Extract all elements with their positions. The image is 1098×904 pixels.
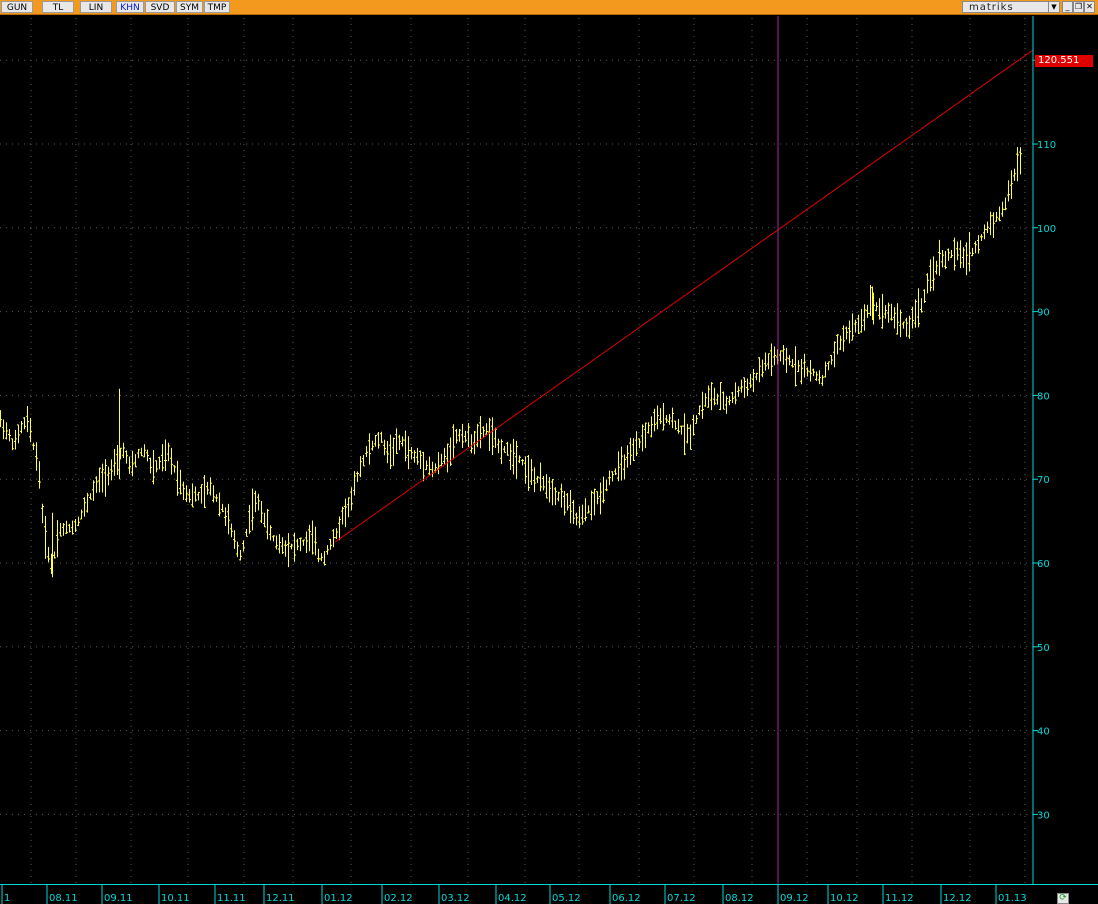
chevron-down-icon[interactable]: ▼ (1048, 1, 1060, 13)
x-tick-label: 02.12 (384, 893, 413, 904)
x-tick-label: 12.12 (943, 893, 972, 904)
tool-button-sym[interactable]: SYM (176, 1, 203, 13)
price-chart: 30 40 50 60 70 80 90 100 110 1 08.11 09.11 10.11 11.… (0, 16, 1098, 904)
x-tick-label: 04.12 (498, 893, 527, 904)
tool-button-tl[interactable]: TL (42, 1, 74, 13)
x-tick-label: 01.12 (324, 893, 353, 904)
x-tick-label: 01.13 (998, 893, 1027, 904)
y-tick-label: 80 (1037, 391, 1050, 402)
tool-button-lin[interactable]: LIN (80, 1, 112, 13)
price-bars (0, 147, 1022, 578)
trend-line (334, 49, 1034, 543)
x-tick-label: 10.12 (830, 893, 859, 904)
x-tick-label: 1 (4, 893, 10, 904)
chart-toolbar: GUN TL LIN KHN SVD SYM TMP matriks ▼ _ ❐… (0, 0, 1098, 15)
tool-button-khn[interactable]: KHN (116, 1, 144, 13)
y-tick-label: 50 (1037, 643, 1050, 654)
x-tick-label: 05.12 (552, 893, 581, 904)
x-tick-label: 07.12 (667, 893, 696, 904)
y-tick-label: 90 (1037, 308, 1050, 319)
y-tick-label: 60 (1037, 559, 1050, 570)
x-tick-label: 12.11 (266, 893, 295, 904)
restore-icon[interactable]: ❐ (1073, 1, 1084, 13)
tool-button-gun[interactable]: GUN (1, 1, 33, 13)
tool-button-tmp[interactable]: TMP (204, 1, 230, 13)
x-axis: 1 08.11 09.11 10.11 11.11 12.11 01.12 02.12 03.1… (0, 884, 1098, 904)
y-axis: 30 40 50 60 70 80 90 100 110 (1032, 16, 1056, 884)
y-tick-label: 40 (1037, 727, 1050, 738)
x-tick-label: 11.11 (217, 893, 246, 904)
x-tick-label: 09.12 (780, 893, 809, 904)
y-tick-label: 100 (1037, 224, 1056, 235)
y-tick-label: 110 (1037, 140, 1056, 151)
y-tick-label: 30 (1037, 810, 1050, 821)
x-tick-label: 08.11 (49, 893, 78, 904)
close-icon[interactable]: ✕ (1084, 1, 1095, 13)
x-tick-label: 03.12 (441, 893, 470, 904)
tool-button-svd[interactable]: SVD (145, 1, 175, 13)
brand-selector[interactable]: matriks (962, 1, 1050, 13)
minimize-icon[interactable]: _ (1062, 1, 1073, 13)
x-tick-label: 11.12 (885, 893, 914, 904)
x-tick-label: 06.12 (612, 893, 641, 904)
current-price-marker: 120.551 (1035, 55, 1093, 67)
y-tick-label: 70 (1037, 475, 1050, 486)
refresh-icon[interactable]: ⟳ (1057, 893, 1069, 904)
x-tick-label: 10.11 (161, 893, 190, 904)
x-tick-label: 09.11 (104, 893, 133, 904)
x-tick-label: 08.12 (725, 893, 754, 904)
